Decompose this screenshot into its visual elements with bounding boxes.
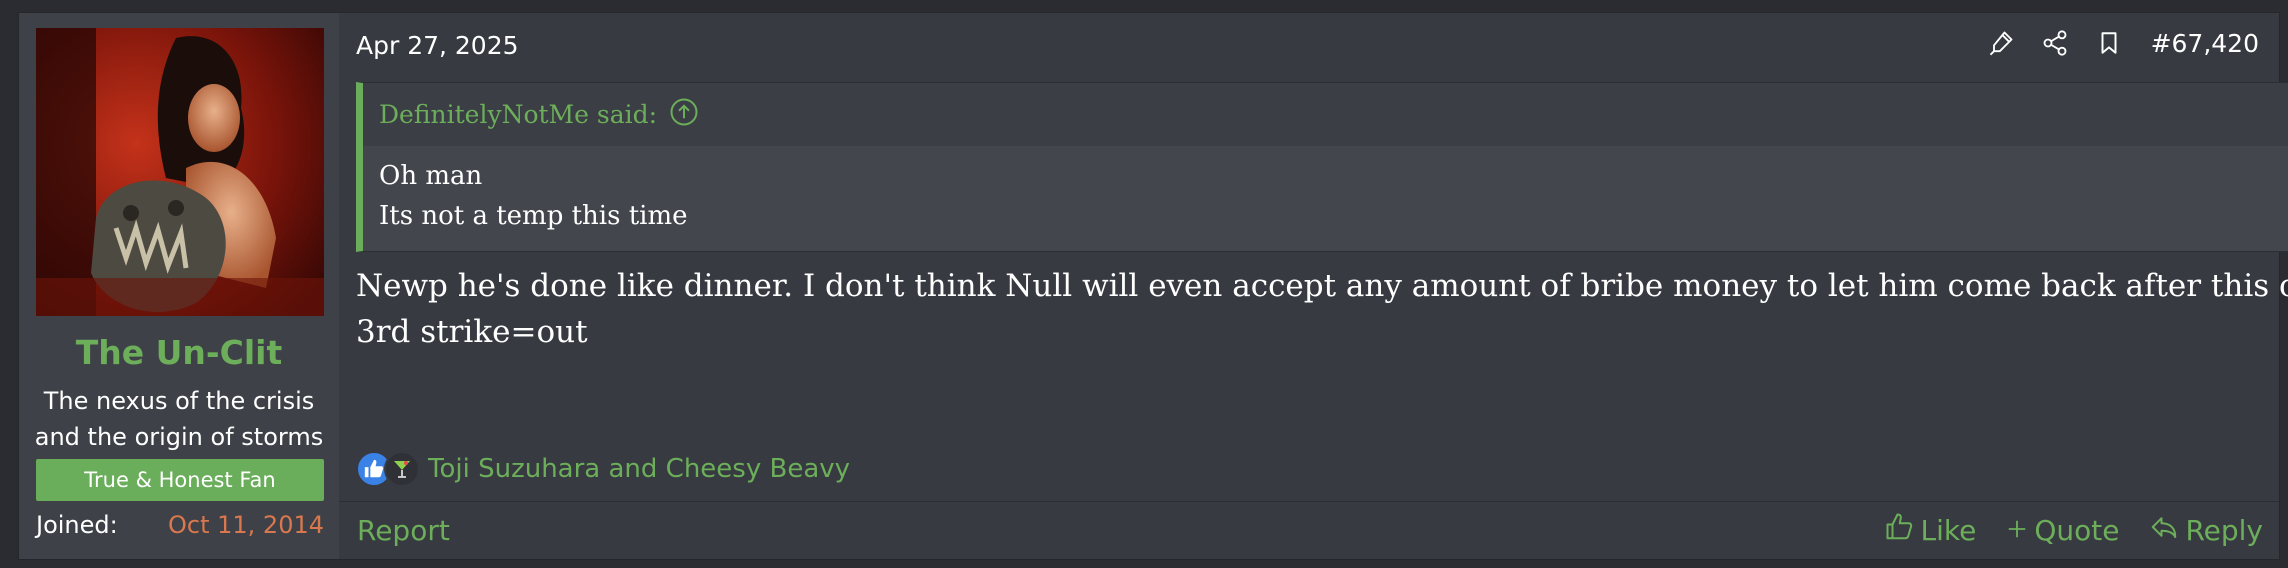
post-footer: Report Like Quote Reply bbox=[339, 501, 2279, 559]
joined-row: Joined: Oct 11, 2014 bbox=[36, 511, 324, 539]
message-line1: Newp he's done like dinner. I don't thin… bbox=[356, 268, 2288, 304]
user-info: The Un-Clit The nexus of the crisis and … bbox=[19, 13, 339, 559]
reply-label: Reply bbox=[2185, 514, 2263, 547]
post: The Un-Clit The nexus of the crisis and … bbox=[18, 12, 2288, 560]
highlight-pen-icon[interactable] bbox=[1985, 27, 2017, 59]
quote-block: DefinitelyNotMe said: Oh man Its not a t… bbox=[356, 82, 2288, 252]
user-banner: True & Honest Fan bbox=[36, 459, 324, 501]
bookmark-icon[interactable] bbox=[2093, 27, 2125, 59]
post-main: Apr 27, 2025 #67,420 DefinitelyNotMe sai… bbox=[339, 13, 2288, 559]
reply-button[interactable]: Reply bbox=[2149, 512, 2263, 549]
plus-icon bbox=[2006, 514, 2028, 547]
quote-author[interactable]: DefinitelyNotMe said: bbox=[379, 100, 657, 129]
reactions-bar[interactable]: Toji Suzuhara and Cheesy Beavy bbox=[356, 451, 850, 487]
post-message: Newp he's done like dinner. I don't thin… bbox=[356, 263, 2288, 355]
quote-header[interactable]: DefinitelyNotMe said: bbox=[363, 83, 2288, 146]
post-date[interactable]: Apr 27, 2025 bbox=[356, 31, 519, 60]
reaction-names[interactable]: Toji Suzuhara and Cheesy Beavy bbox=[428, 454, 850, 484]
user-title: The nexus of the crisis and the origin o… bbox=[19, 383, 339, 455]
username[interactable]: The Un-Clit bbox=[19, 333, 339, 372]
user-title-line1: The nexus of the crisis bbox=[43, 387, 315, 415]
thumbs-up-icon bbox=[1885, 512, 1915, 549]
like-button[interactable]: Like bbox=[1885, 512, 1977, 549]
quote-line2: Its not a temp this time bbox=[379, 201, 688, 231]
post-number[interactable]: #67,420 bbox=[2151, 29, 2259, 58]
like-label: Like bbox=[1920, 514, 1977, 547]
avatar[interactable] bbox=[36, 28, 324, 316]
footer-actions: Like Quote Reply bbox=[1885, 512, 2263, 549]
cocktail-icon[interactable] bbox=[384, 451, 420, 487]
report-link[interactable]: Report bbox=[357, 514, 450, 547]
message-line2: 3rd strike=out bbox=[356, 314, 588, 350]
arrow-up-circle-icon[interactable] bbox=[669, 97, 699, 133]
joined-label: Joined: bbox=[36, 511, 118, 539]
quote-body: Oh man Its not a temp this time bbox=[363, 146, 2288, 246]
reply-arrow-icon bbox=[2149, 512, 2179, 549]
quote-button[interactable]: Quote bbox=[2006, 514, 2119, 547]
quote-line1: Oh man bbox=[379, 161, 483, 191]
post-actions: #67,420 bbox=[1985, 27, 2259, 59]
quote-label: Quote bbox=[2034, 514, 2120, 547]
user-title-line2: and the origin of storms bbox=[34, 423, 324, 451]
joined-date: Oct 11, 2014 bbox=[168, 511, 324, 539]
share-icon[interactable] bbox=[2039, 27, 2071, 59]
